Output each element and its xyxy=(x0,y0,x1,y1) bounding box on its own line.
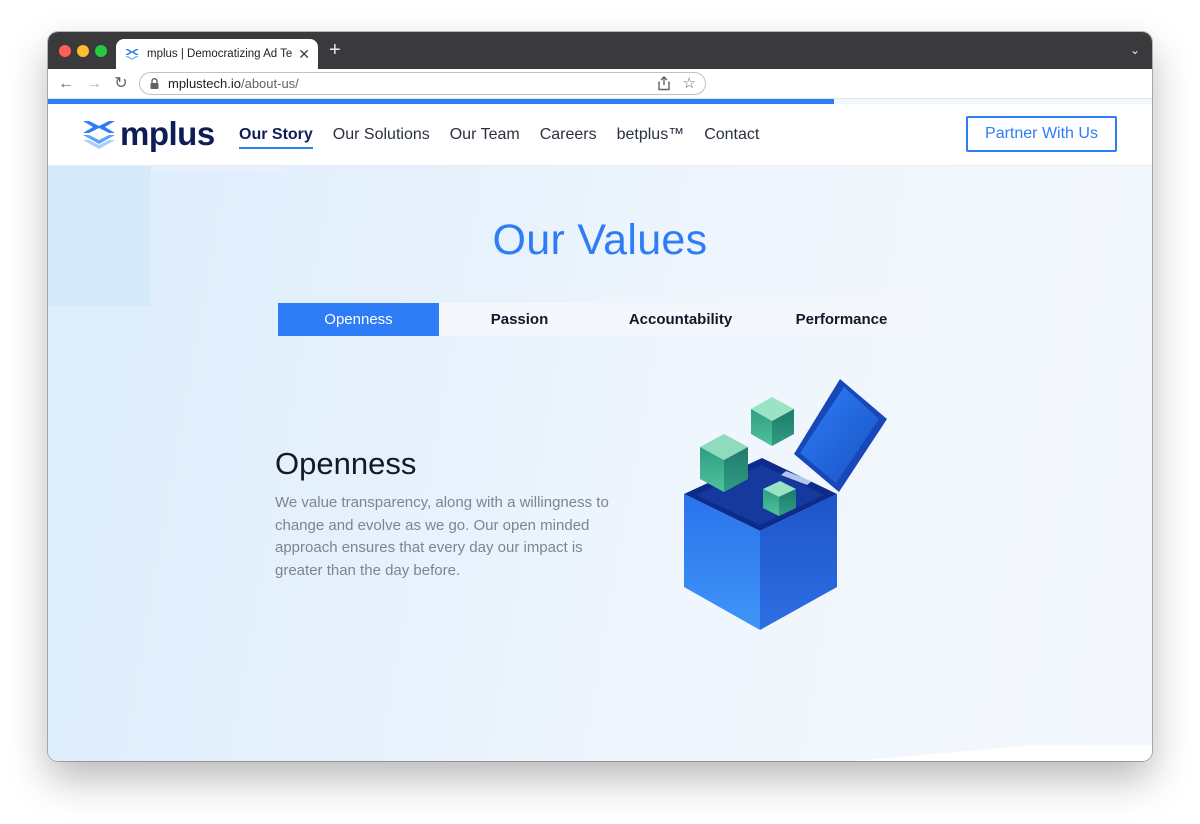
web-page: mplus Our Story Our Solutions Our Team C… xyxy=(48,99,1152,761)
value-description: We value transparency, along with a will… xyxy=(275,494,609,579)
logo-wordmark: mplus xyxy=(120,115,215,152)
main-nav: Our Story Our Solutions Our Team Careers… xyxy=(239,126,779,149)
star-icon[interactable]: ☆ xyxy=(683,74,696,92)
tab-close-icon[interactable]: ✕ xyxy=(298,47,310,61)
nav-our-solutions[interactable]: Our Solutions xyxy=(333,126,430,149)
section-title: Our Values xyxy=(492,216,708,264)
reload-icon[interactable]: ↻ xyxy=(111,74,131,94)
new-tab-icon[interactable]: + xyxy=(329,40,341,60)
background-decoration xyxy=(832,745,1152,761)
background-decoration xyxy=(151,166,286,172)
tab-strip: mplus | Democratizing Ad Tech ✕ + ⌄ xyxy=(48,32,1152,69)
values-tabs: Openness Passion Accountability Performa… xyxy=(278,303,922,336)
our-values-section: Our Values Openness Passion Accountabili… xyxy=(48,166,1152,761)
nav-contact[interactable]: Contact xyxy=(704,126,759,149)
url-host: mplustech.io xyxy=(168,76,241,91)
browser-window: mplus | Democratizing Ad Tech ✕ + ⌄ ← → … xyxy=(48,32,1152,761)
tab-passion[interactable]: Passion xyxy=(439,303,600,336)
site-header: mplus Our Story Our Solutions Our Team C… xyxy=(48,104,1152,166)
tab-openness[interactable]: Openness xyxy=(278,303,439,336)
close-window-button[interactable] xyxy=(59,45,71,57)
share-icon[interactable] xyxy=(657,76,671,91)
value-heading: Openness xyxy=(275,446,417,481)
mplus-logo-icon xyxy=(125,49,139,60)
partner-with-us-button[interactable]: Partner With Us xyxy=(966,116,1117,152)
nav-betplus[interactable]: betplus™ xyxy=(617,126,685,149)
nav-our-team[interactable]: Our Team xyxy=(450,126,520,149)
mplus-logo-icon xyxy=(83,121,115,149)
maximize-window-button[interactable] xyxy=(95,45,107,57)
chevron-down-icon[interactable]: ⌄ xyxy=(1130,43,1140,57)
minimize-window-button[interactable] xyxy=(77,45,89,57)
open-box-illustration xyxy=(684,379,887,630)
tab-performance[interactable]: Performance xyxy=(761,303,922,336)
forward-arrow-icon[interactable]: → xyxy=(84,74,104,94)
browser-tab-active[interactable]: mplus | Democratizing Ad Tech ✕ xyxy=(116,39,318,69)
lock-icon xyxy=(150,78,159,89)
site-logo[interactable]: mplus xyxy=(83,117,215,151)
address-bar[interactable]: mplustech.io/about-us/ ☆ xyxy=(139,72,706,95)
back-arrow-icon[interactable]: ← xyxy=(56,74,76,94)
browser-toolbar: ← → ↻ mplustech.io/about-us/ ☆ xyxy=(48,69,1152,99)
url-text: mplustech.io/about-us/ xyxy=(168,76,299,91)
url-path: /about-us/ xyxy=(240,76,299,91)
nav-careers[interactable]: Careers xyxy=(540,126,597,149)
nav-our-story[interactable]: Our Story xyxy=(239,126,313,149)
tab-title: mplus | Democratizing Ad Tech xyxy=(147,48,293,60)
tab-accountability[interactable]: Accountability xyxy=(600,303,761,336)
